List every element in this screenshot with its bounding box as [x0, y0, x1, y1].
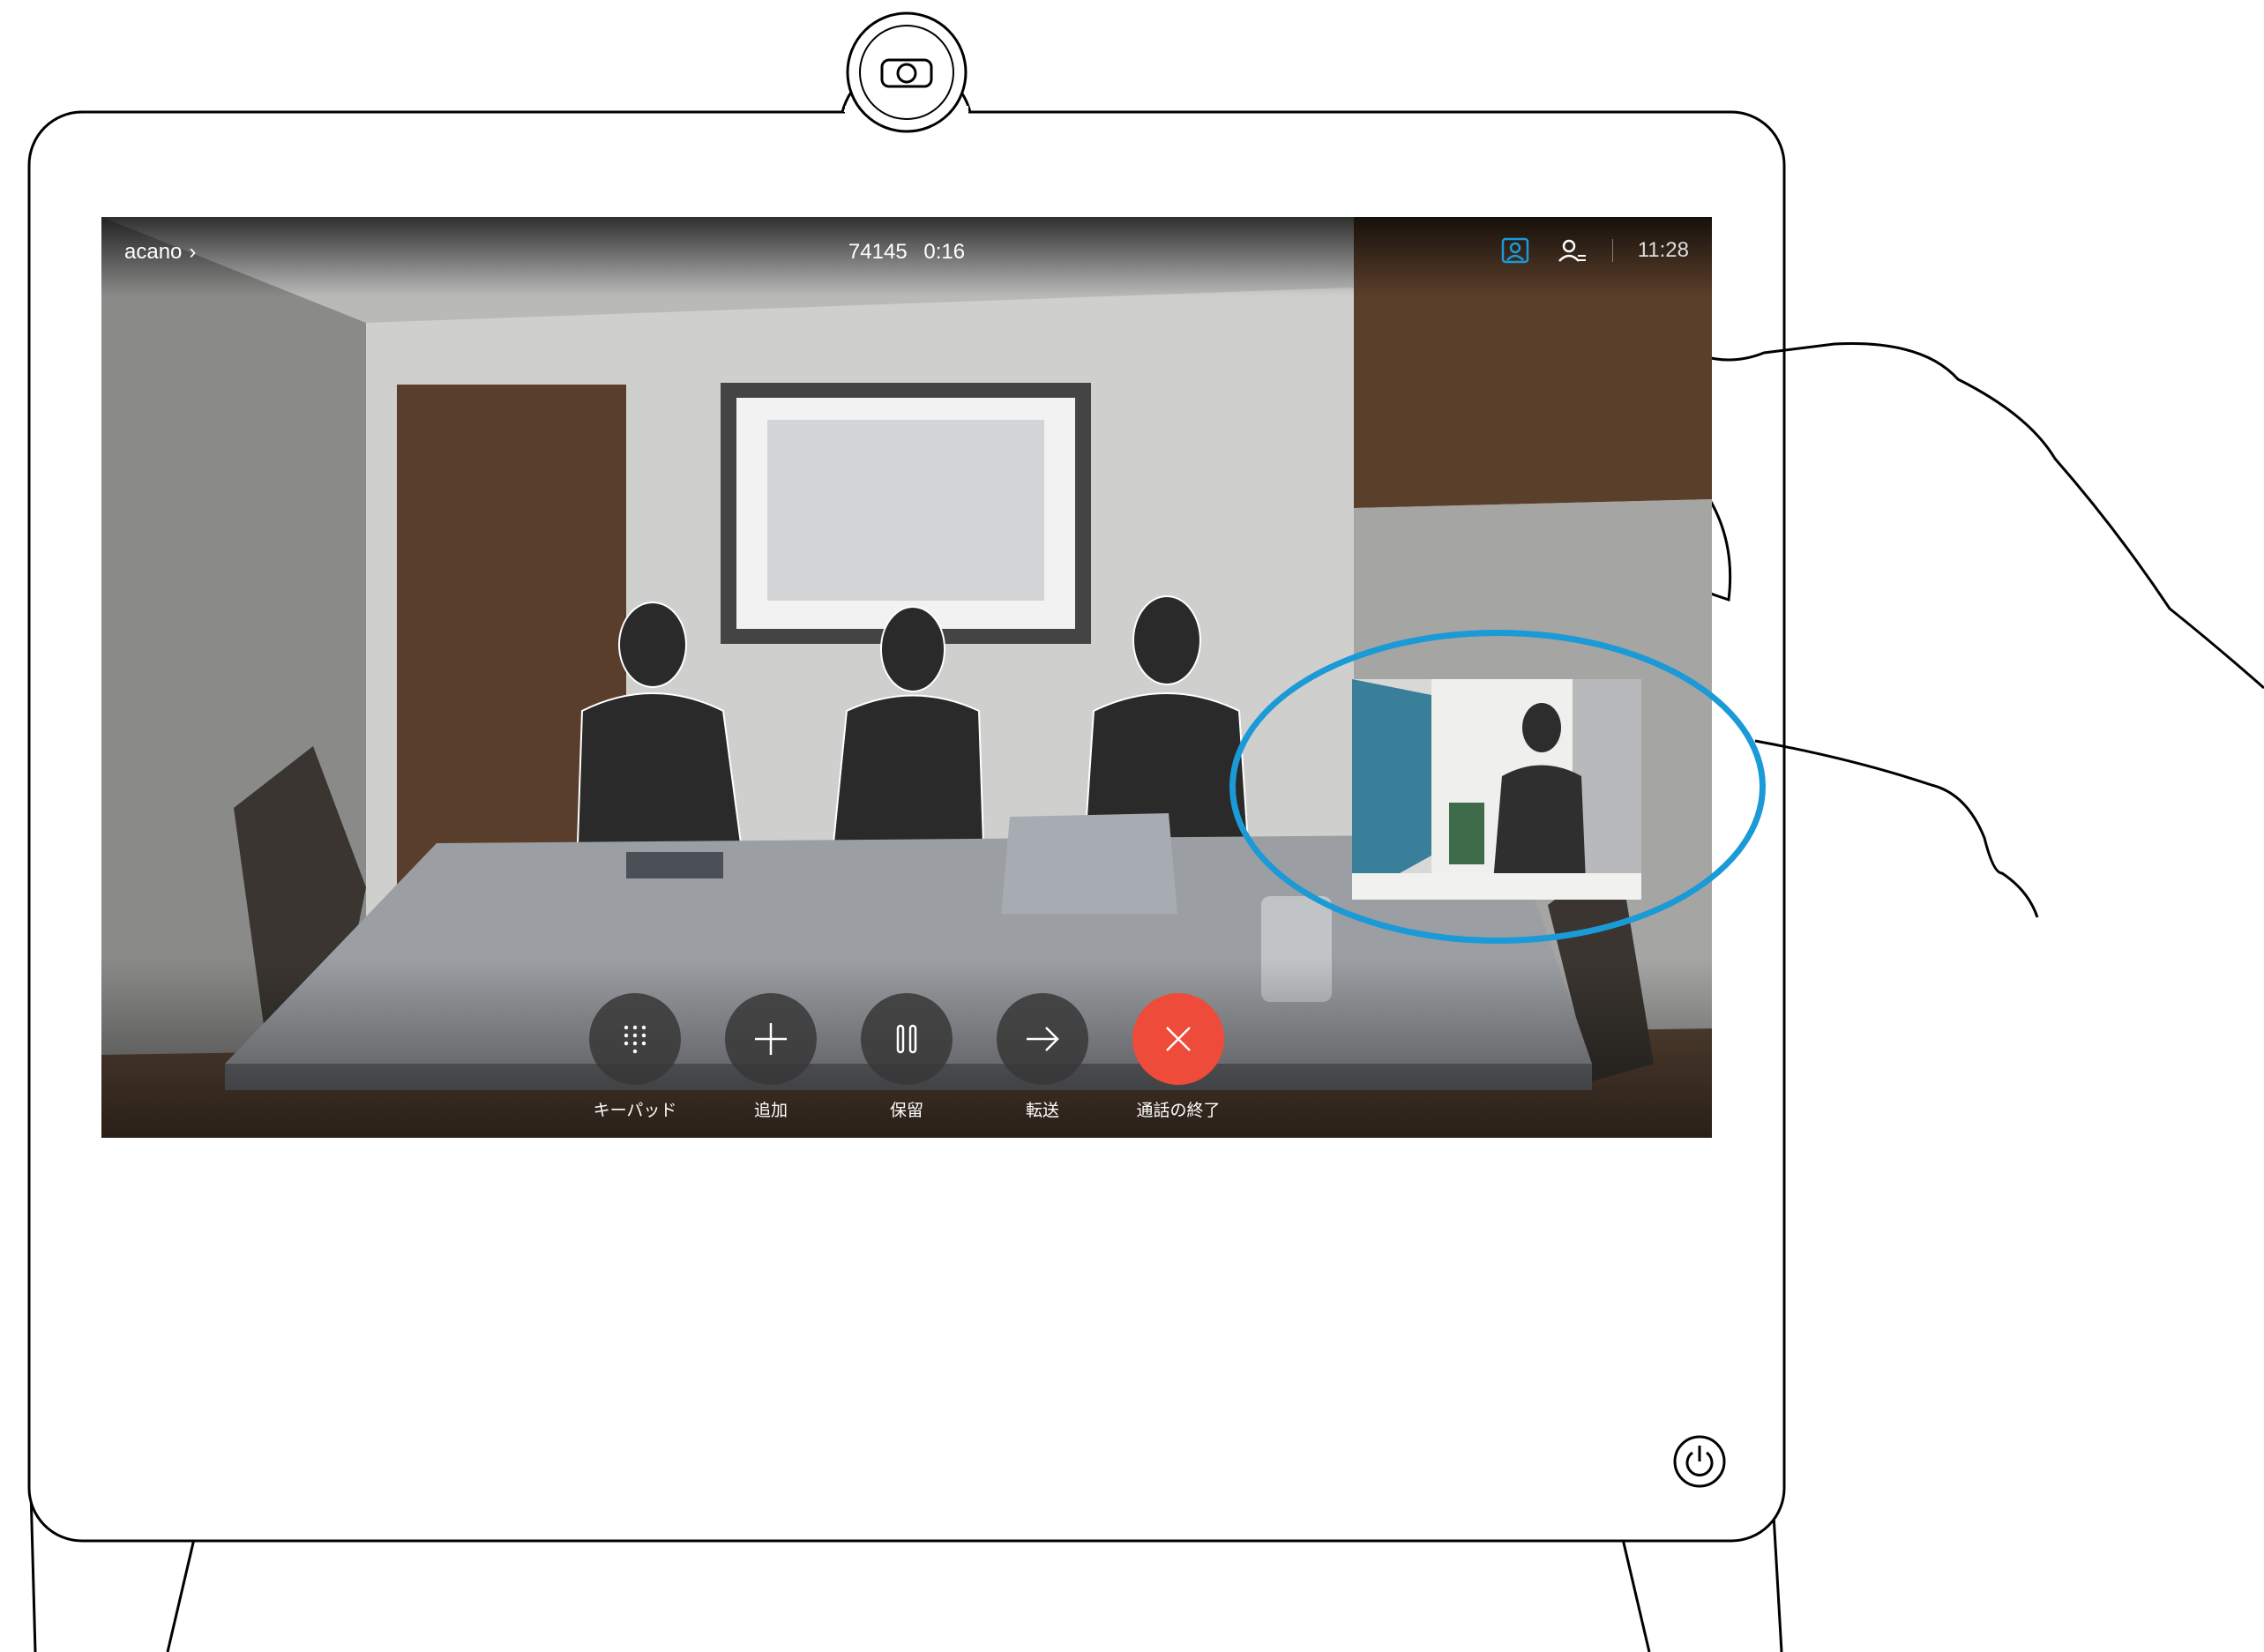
keypad-label: キーパッド — [593, 1102, 677, 1120]
hold-button[interactable]: 保留 — [860, 993, 953, 1121]
hold-circle — [861, 993, 953, 1085]
hold-label: 保留 — [889, 1102, 923, 1120]
end-call-label: 通話の終了 — [1136, 1102, 1221, 1120]
person-frame-icon — [1501, 237, 1528, 264]
power-button[interactable] — [1671, 1433, 1728, 1490]
person-list-icon — [1558, 239, 1586, 262]
add-label: 追加 — [753, 1102, 788, 1120]
selfview-toggle-button[interactable] — [1499, 235, 1531, 266]
plus-icon — [755, 1023, 787, 1055]
transfer-label: 転送 — [1025, 1102, 1059, 1120]
divider — [1611, 239, 1613, 262]
clock: 11:28 — [1637, 238, 1689, 262]
end-call-button[interactable]: 通話の終了 — [1132, 993, 1225, 1121]
camera-icon — [880, 58, 933, 88]
transfer-button[interactable]: 転送 — [996, 993, 1089, 1121]
end-call-circle — [1132, 993, 1224, 1085]
participants-button[interactable] — [1556, 235, 1588, 266]
add-circle — [725, 993, 817, 1085]
call-status: 74145 0:16 — [101, 240, 1712, 265]
call-duration: 0:16 — [923, 240, 966, 264]
add-button[interactable]: 追加 — [724, 993, 818, 1121]
arrow-right-icon — [1027, 1027, 1059, 1051]
keypad-icon — [624, 1025, 646, 1054]
call-number: 74145 — [848, 240, 908, 264]
pause-icon — [896, 1024, 917, 1054]
power-icon — [1673, 1435, 1726, 1488]
call-controls: キーパッド 追加 保留 転送 通話の終了 — [101, 993, 1712, 1121]
keypad-circle — [589, 993, 681, 1085]
transfer-circle — [997, 993, 1088, 1085]
close-icon — [1166, 1027, 1191, 1051]
selfview-highlight-ring — [1229, 630, 1766, 944]
keypad-button[interactable]: キーパッド — [588, 993, 682, 1121]
top-right-controls: 11:28 — [1499, 235, 1689, 266]
